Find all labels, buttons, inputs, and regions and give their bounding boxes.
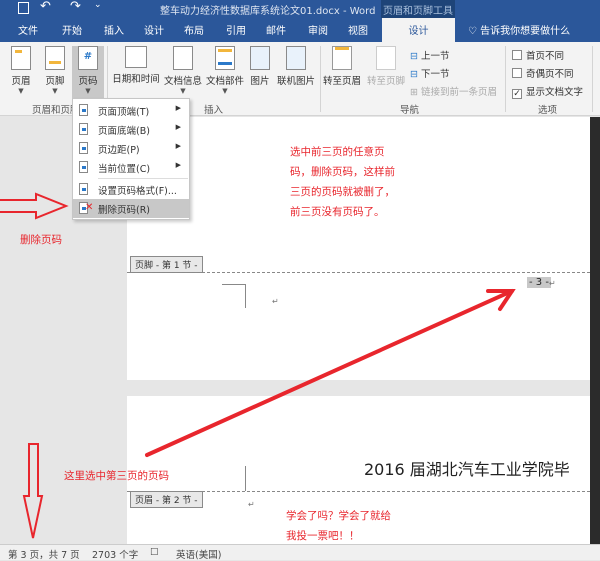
proofing-icon[interactable]: ☐ (150, 547, 159, 558)
arrow-right-to-menu (0, 192, 69, 220)
annotation-select-here: 这里选中第三页的页码 (64, 470, 169, 482)
annotation-delete-label: 删除页码 (20, 234, 62, 246)
annotation-closing: 学会了吗？学会了就给我投一票吧！！ (286, 510, 391, 542)
status-bar: 第 3 页，共 7 页 2703 个字 ☐ 英语(美国) (0, 544, 600, 561)
language-status[interactable]: 英语(美国) (176, 547, 221, 561)
word-count-status[interactable]: 2703 个字 (92, 547, 138, 561)
page-count-status[interactable]: 第 3 页，共 7 页 (8, 547, 80, 561)
annotation-instruction: 选中前三页的任意页码，删除页码，这样前三页的页码就被删了，前三页没有页码了。 (290, 146, 395, 218)
arrow-diagonal-to-page-number (145, 289, 516, 457)
arrow-down-to-status (22, 443, 44, 539)
